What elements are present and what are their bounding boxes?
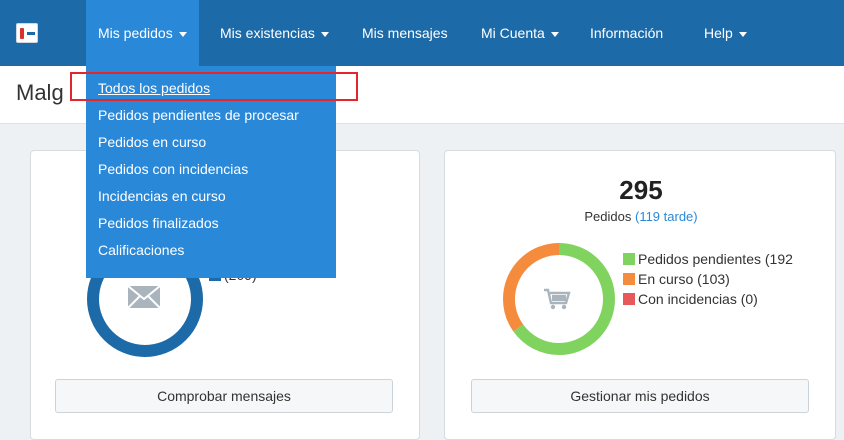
orders-subtitle: Pedidos (119 tarde)	[445, 209, 837, 224]
legend-item: En curso (103)	[623, 269, 823, 289]
envelope-icon	[127, 285, 161, 309]
chevron-down-icon	[320, 31, 329, 37]
menu-item-pedidos-finalizados[interactable]: Pedidos finalizados	[98, 215, 219, 231]
nav-label: Mis pedidos	[98, 25, 173, 41]
nav-label: Mi Cuenta	[481, 25, 545, 41]
page-title: Malg	[16, 80, 64, 105]
nav-informacion[interactable]: Información	[578, 0, 675, 66]
gestionar-pedidos-button[interactable]: Gestionar mis pedidos	[471, 379, 809, 413]
nav-mis-mensajes[interactable]: Mis mensajes	[350, 0, 460, 66]
chevron-down-icon	[550, 31, 559, 37]
nav-help[interactable]: Help	[692, 0, 759, 66]
legend-swatch	[623, 273, 635, 285]
orders-total: 295	[619, 175, 663, 205]
menu-item-pedidos-con-incidencias[interactable]: Pedidos con incidencias	[98, 161, 248, 177]
menu-item-calificaciones[interactable]: Calificaciones	[98, 242, 184, 258]
orders-legend: Pedidos pendientes (192 En curso (103) C…	[623, 249, 823, 309]
legend-swatch	[623, 293, 635, 305]
orders-late-link[interactable]: (119 tarde)	[635, 209, 698, 224]
nav-label: Información	[590, 25, 664, 41]
legend-item: Pedidos pendientes (192	[623, 249, 823, 269]
legend-label: Con incidencias (0)	[638, 291, 758, 307]
legend-label: Pedidos pendientes (192	[638, 251, 793, 267]
nav-label: Help	[704, 25, 733, 41]
comprobar-mensajes-button[interactable]: Comprobar mensajes	[55, 379, 393, 413]
chevron-down-icon	[178, 31, 187, 37]
menu-item-pedidos-pendientes[interactable]: Pedidos pendientes de procesar	[98, 107, 299, 123]
menu-item-pedidos-en-curso[interactable]: Pedidos en curso	[98, 134, 206, 150]
chevron-down-icon	[738, 31, 747, 37]
cart-icon	[544, 288, 571, 310]
legend-item: Con incidencias (0)	[623, 289, 823, 309]
nav-label: Mis existencias	[220, 25, 315, 41]
top-navbar: Mis pedidos Mis existencias Mis mensajes…	[0, 0, 844, 66]
legend-swatch	[623, 253, 635, 265]
orders-subtitle-label: Pedidos	[584, 209, 632, 224]
orders-card: 295 Pedidos (119 tarde) Pedidos pendient…	[444, 150, 836, 440]
highlight-box	[70, 72, 358, 101]
legend-label: En curso (103)	[638, 271, 730, 287]
nav-mi-cuenta[interactable]: Mi Cuenta	[469, 0, 571, 66]
nav-mis-existencias[interactable]: Mis existencias	[208, 0, 341, 66]
nav-label: Mis mensajes	[362, 25, 448, 41]
brand-logo[interactable]	[16, 23, 38, 43]
nav-mis-pedidos[interactable]: Mis pedidos	[86, 0, 199, 66]
menu-item-incidencias-en-curso[interactable]: Incidencias en curso	[98, 188, 226, 204]
